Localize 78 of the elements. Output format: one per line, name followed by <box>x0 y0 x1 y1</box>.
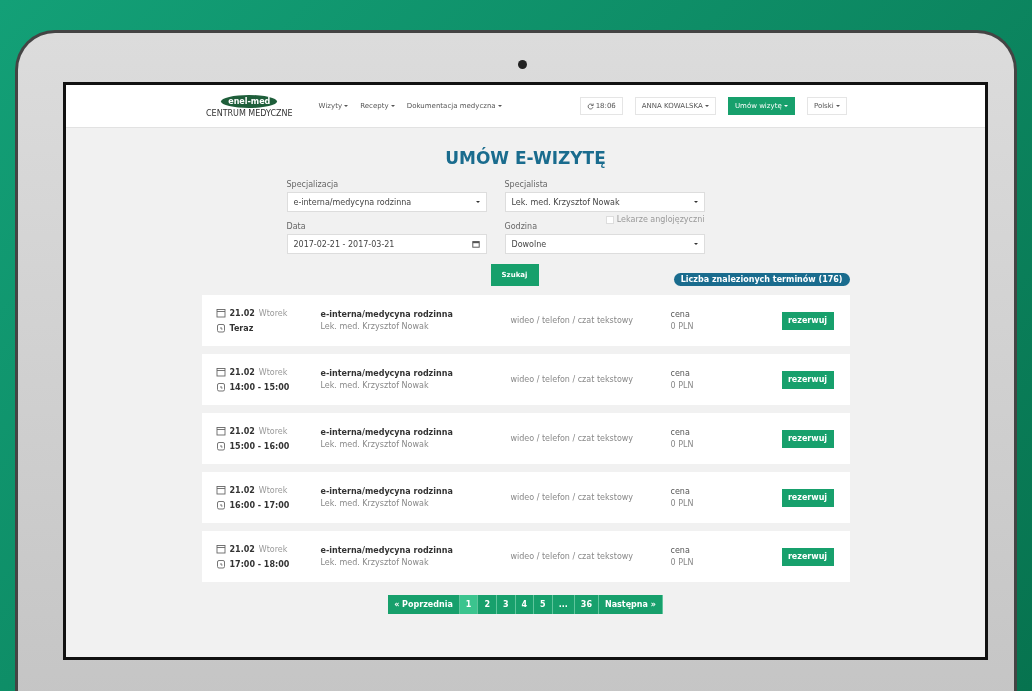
price-label: cena <box>670 487 691 496</box>
pagination-link[interactable]: « Poprzednia <box>388 595 460 614</box>
select-field[interactable]: Lek. med. Krzysztof Nowak <box>504 192 705 212</box>
price-value: 0 PLN <box>670 499 695 508</box>
book-button[interactable]: rezerwuj <box>781 547 834 566</box>
weekday: Wtorek <box>258 367 288 377</box>
visit-channels: wideo / telefon / czat tekstowy <box>510 434 635 443</box>
visit-channels: wideo / telefon / czat tekstowy <box>510 316 635 325</box>
doctor-name: Lek. med. Krzysztof Nowak <box>320 499 430 508</box>
specialty-name: e-interna/medycyna rodzinna <box>320 487 454 496</box>
select-field[interactable]: Dowolne <box>504 234 705 254</box>
doctor-name: Lek. med. Krzysztof Nowak <box>320 558 430 567</box>
clock-icon <box>215 323 226 333</box>
field-label: Godzina <box>504 222 539 231</box>
appointment-date: 21.02 <box>229 426 255 436</box>
appointment-time: 16:00 - 17:00 <box>229 500 290 510</box>
appointment-date: 21.02 <box>229 367 255 377</box>
visit-channels: wideo / telefon / czat tekstowy <box>510 493 635 502</box>
calendar-icon <box>215 485 226 495</box>
date-field[interactable]: 2017-02-21 - 2017-03-21 <box>286 234 487 254</box>
specialty-name: e-interna/medycyna rodzinna <box>320 310 454 319</box>
checkbox-label: Lekarze anglojęzyczni <box>616 215 705 224</box>
pagination-link[interactable]: 36 <box>574 595 599 614</box>
visit-channels: wideo / telefon / czat tekstowy <box>510 552 635 561</box>
specialty-name: e-interna/medycyna rodzinna <box>320 546 454 555</box>
book-button[interactable]: rezerwuj <box>781 311 834 330</box>
pagination-link[interactable]: 5 <box>534 595 553 614</box>
appointment-time: Teraz <box>229 323 254 333</box>
logo-badge[interactable]: enel-med <box>221 94 278 108</box>
appointment-time: 14:00 - 15:00 <box>229 382 290 392</box>
doctor-name: Lek. med. Krzysztof Nowak <box>320 381 430 390</box>
weekday: Wtorek <box>258 426 288 436</box>
price-value: 0 PLN <box>670 381 695 390</box>
field-label: Specjalista <box>504 180 549 189</box>
specialty-name: e-interna/medycyna rodzinna <box>320 428 454 437</box>
clock-icon <box>215 559 226 569</box>
price-value: 0 PLN <box>670 558 695 567</box>
calendar-icon <box>215 367 226 377</box>
calendar-icon <box>215 426 226 436</box>
doctor-name: Lek. med. Krzysztof Nowak <box>320 322 430 331</box>
appointment-date: 21.02 <box>229 544 255 554</box>
doctor-name: Lek. med. Krzysztof Nowak <box>320 440 430 449</box>
specialty-name: e-interna/medycyna rodzinna <box>320 369 454 378</box>
field-label: Specjalizacja <box>286 180 340 189</box>
appointment-date: 21.02 <box>229 308 255 318</box>
results-count-badge: Liczba znalezionych terminów (176) <box>673 273 850 286</box>
price-label: cena <box>670 546 691 555</box>
refresh-icon <box>586 102 594 110</box>
calendar-icon <box>215 544 226 554</box>
price-value: 0 PLN <box>670 322 695 331</box>
pagination-link[interactable]: Następna » <box>598 595 663 614</box>
camera-dot <box>518 60 527 69</box>
calendar-icon <box>215 308 226 318</box>
page-title: UMÓW E-WIZYTĘ <box>445 148 606 168</box>
clock-icon <box>215 382 226 392</box>
clock-icon <box>215 500 226 510</box>
checkbox[interactable] <box>605 215 614 224</box>
price-value: 0 PLN <box>670 440 695 449</box>
appointment-date: 21.02 <box>229 485 255 495</box>
book-button[interactable]: rezerwuj <box>781 488 834 507</box>
appointment-time: 15:00 - 16:00 <box>229 441 290 451</box>
book-button[interactable]: rezerwuj <box>781 370 834 389</box>
weekday: Wtorek <box>258 308 288 318</box>
price-label: cena <box>670 369 691 378</box>
price-label: cena <box>670 310 691 319</box>
visit-channels: wideo / telefon / czat tekstowy <box>510 375 635 384</box>
weekday: Wtorek <box>258 485 288 495</box>
calendar-icon <box>471 240 480 248</box>
price-label: cena <box>670 428 691 437</box>
logo-subtitle: CENTRUM MEDYCZNE <box>206 108 293 118</box>
select-field[interactable]: e-interna/medycyna rodzinna <box>286 192 487 212</box>
book-button[interactable]: rezerwuj <box>781 429 834 448</box>
field-label: Data <box>286 222 307 231</box>
weekday: Wtorek <box>258 544 288 554</box>
pagination-link[interactable]: ... <box>552 595 575 614</box>
appointment-time: 17:00 - 18:00 <box>229 559 290 569</box>
pagination-link[interactable]: 2 <box>478 595 497 614</box>
clock-icon <box>215 441 226 451</box>
